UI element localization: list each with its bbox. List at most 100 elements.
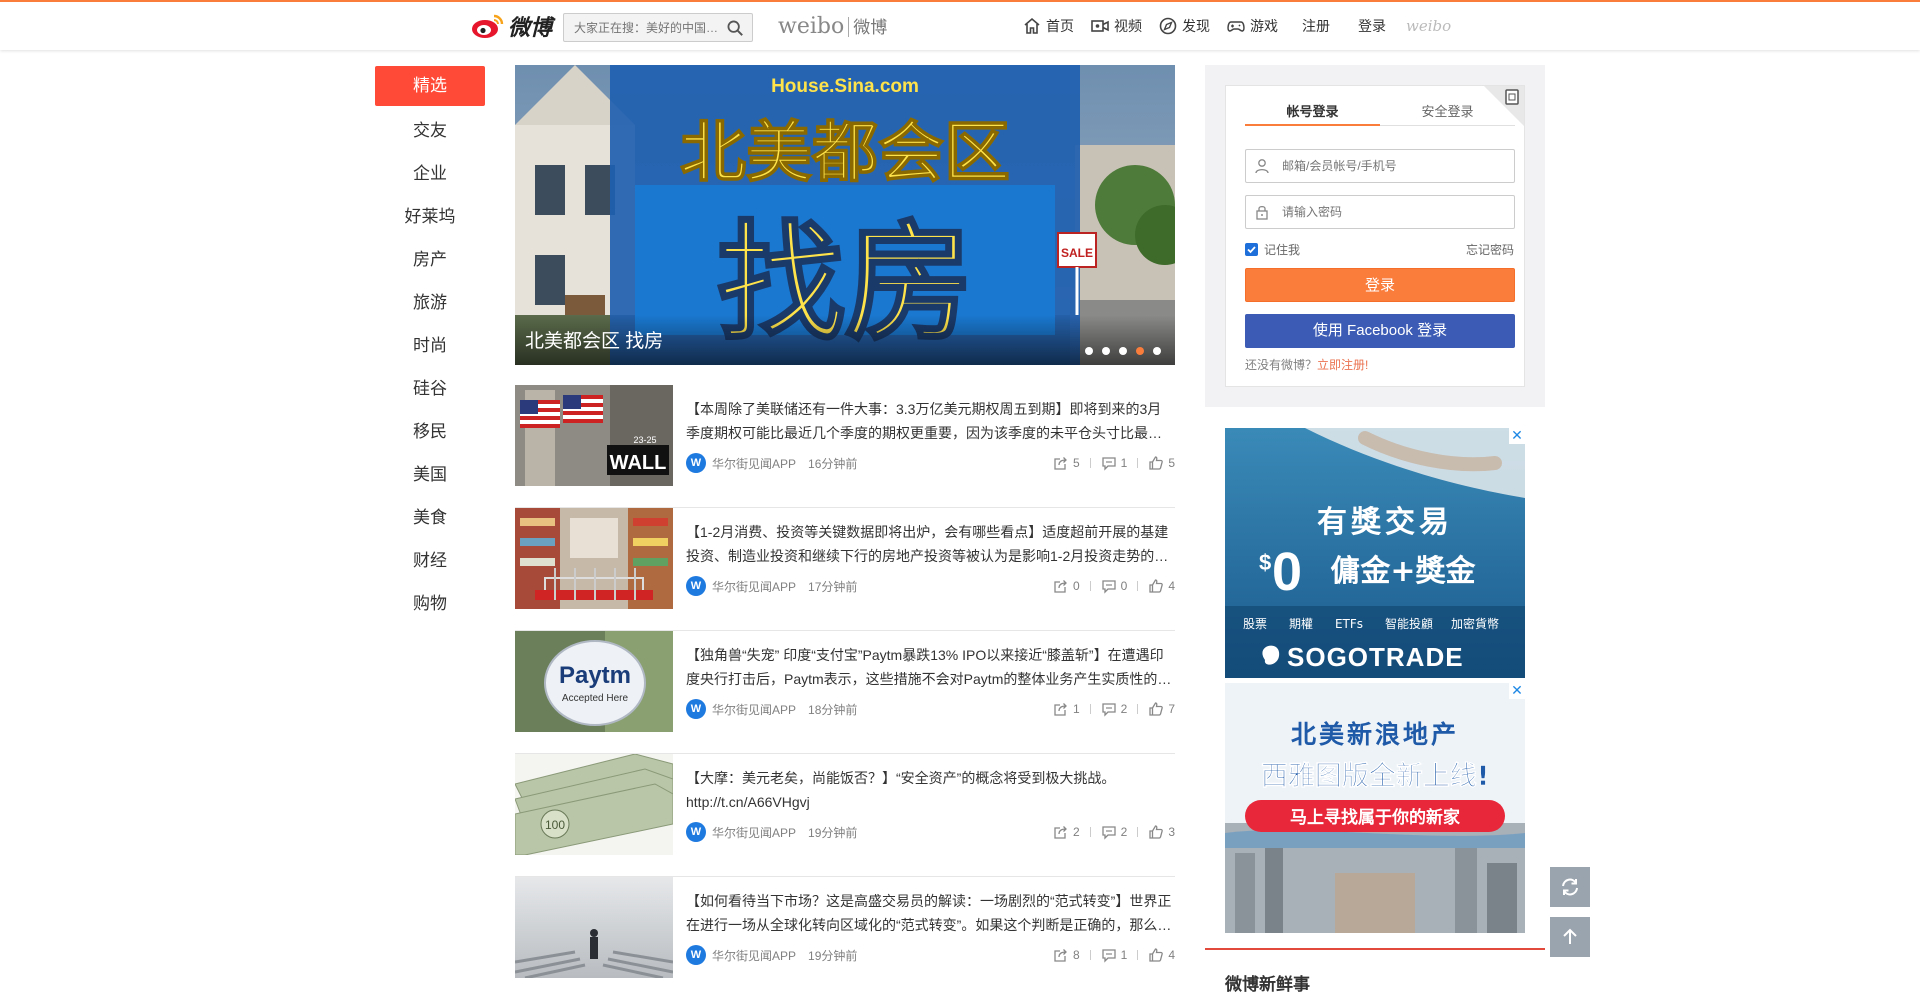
- login-button[interactable]: 登录: [1245, 268, 1515, 302]
- category-dating[interactable]: 交友: [375, 109, 485, 152]
- feed-source[interactable]: 华尔街见闻APP: [712, 455, 796, 472]
- check-icon: [1247, 246, 1256, 254]
- feed-thumbnail-paytm[interactable]: Paytm Accepted Here: [515, 631, 673, 732]
- like-button[interactable]: 4: [1148, 578, 1175, 594]
- repost-button[interactable]: 0: [1053, 578, 1080, 594]
- feed-source[interactable]: 华尔街见闻APP: [712, 578, 796, 595]
- comment-button[interactable]: 0: [1101, 578, 1127, 594]
- feed-item-text[interactable]: 【1-2月消费、投资等关键数据即将出炉，会有哪些看点】适度超前开展的基建投资、制…: [686, 520, 1175, 568]
- register-now-link[interactable]: 立即注册!: [1317, 358, 1368, 372]
- category-featured[interactable]: 精选: [375, 66, 485, 106]
- feed-item-text[interactable]: 【大摩：美元老矣，尚能饭否？】“安全资产”的概念将受到极大挑战。 http://…: [686, 766, 1175, 814]
- repost-button[interactable]: 1: [1053, 701, 1080, 717]
- category-siliconvalley[interactable]: 硅谷: [375, 367, 485, 410]
- source-logo-icon[interactable]: W: [686, 822, 706, 842]
- category-fashion[interactable]: 时尚: [375, 324, 485, 367]
- feed-source[interactable]: 华尔街见闻APP: [712, 947, 796, 964]
- search-icon[interactable]: [726, 19, 744, 37]
- paytm-logo-text: Paytm: [559, 662, 631, 689]
- forgot-password-link[interactable]: 忘记密码: [1466, 241, 1514, 258]
- like-button[interactable]: 4: [1148, 947, 1175, 963]
- category-travel[interactable]: 旅游: [375, 281, 485, 324]
- source-logo-icon[interactable]: W: [686, 453, 706, 473]
- nav-home[interactable]: 首页: [1022, 16, 1074, 36]
- weibo-small-logo[interactable]: weibo: [1406, 17, 1451, 35]
- sina-realestate-ad[interactable]: 北美新浪地产 西雅图版全新上线! 马上寻找属于你的新家 ✕: [1225, 683, 1525, 933]
- search-input[interactable]: [564, 14, 724, 41]
- feed-source[interactable]: 华尔街见闻APP: [712, 701, 796, 718]
- like-button[interactable]: 5: [1148, 455, 1175, 471]
- brand-cn: 微博: [853, 18, 888, 37]
- street-number-text: 23-25: [633, 435, 656, 445]
- category-hollywood[interactable]: 好莱坞: [375, 195, 485, 238]
- comment-button[interactable]: 1: [1101, 947, 1127, 963]
- comment-button[interactable]: 1: [1101, 455, 1127, 471]
- feed-thumbnail-wall-street[interactable]: WALL 23-25: [515, 385, 673, 486]
- category-immigration[interactable]: 移民: [375, 410, 485, 453]
- nav-video[interactable]: 视频: [1090, 16, 1142, 36]
- carousel-caption[interactable]: 北美都会区 找房: [525, 326, 663, 353]
- category-realestate[interactable]: 房产: [375, 238, 485, 281]
- feed-thumbnail-maze[interactable]: [515, 877, 673, 978]
- ad-close-icon[interactable]: ✕: [1509, 683, 1525, 699]
- source-logo-icon[interactable]: W: [686, 576, 706, 596]
- back-to-top-button[interactable]: [1550, 917, 1590, 957]
- comment-button[interactable]: 2: [1101, 701, 1128, 717]
- repost-button[interactable]: 8: [1053, 947, 1080, 963]
- category-business[interactable]: 企业: [375, 152, 485, 195]
- like-button[interactable]: 3: [1148, 824, 1175, 840]
- action-divider: [1137, 458, 1139, 468]
- category-shopping[interactable]: 购物: [375, 582, 485, 625]
- feed-item-text[interactable]: 【独角兽“失宠” 印度“支付宝”Paytm暴跌13% IPO以来接近“膝盖斩”】…: [686, 643, 1175, 691]
- repost-count: 0: [1072, 579, 1080, 593]
- repost-button[interactable]: 5: [1053, 455, 1080, 471]
- category-food[interactable]: 美食: [375, 496, 485, 539]
- password-input[interactable]: [1282, 196, 1507, 228]
- feed-thumbnail-shopping-cart[interactable]: [515, 508, 673, 609]
- weibo-logo[interactable]: 微博: [470, 10, 552, 42]
- dollar-bills-image: 100: [515, 754, 673, 855]
- repost-button[interactable]: 2: [1053, 824, 1080, 840]
- paytm-accepted-text: Accepted Here: [562, 693, 629, 704]
- carousel-dot-2[interactable]: [1102, 347, 1110, 355]
- refresh-button[interactable]: [1550, 867, 1590, 907]
- carousel-dot-5[interactable]: [1153, 347, 1161, 355]
- remember-checkbox[interactable]: [1245, 243, 1258, 256]
- feed-item-text[interactable]: 【本周除了美联储还有一件大事：3.3万亿美元期权周五到期】即将到来的3月季度期权…: [686, 397, 1175, 445]
- facebook-login-button[interactable]: 使用 Facebook 登录: [1245, 314, 1515, 348]
- comment-button[interactable]: 2: [1101, 824, 1127, 840]
- nav-discover[interactable]: 发现: [1158, 16, 1210, 36]
- feed-source[interactable]: 华尔街见闻APP: [712, 824, 796, 841]
- login-link[interactable]: 登录: [1358, 16, 1386, 36]
- register-link[interactable]: 注册: [1302, 16, 1330, 36]
- comment-count: 2: [1120, 702, 1128, 716]
- tab-account-login[interactable]: 帐号登录: [1245, 98, 1380, 126]
- category-usa[interactable]: 美国: [375, 453, 485, 496]
- source-logo-icon[interactable]: W: [686, 945, 706, 965]
- like-count: 7: [1168, 702, 1175, 716]
- maze-image: [515, 877, 673, 978]
- nav-games[interactable]: 游戏: [1226, 16, 1278, 36]
- feed-item-text[interactable]: 【如何看待当下市场？这是高盛交易员的解读：一场剧烈的“范式转变”】世界正在进行一…: [686, 889, 1175, 937]
- action-divider: [1089, 827, 1091, 837]
- sogotrade-ad[interactable]: 有獎交易 $ 0 傭金+獎金 股票 期權 ETFs 智能投顧 加密貨幣 SOGO…: [1225, 428, 1525, 678]
- carousel-dot-4[interactable]: [1136, 347, 1144, 355]
- hero-carousel[interactable]: House.Sina.com 北美都会区 找房 SALE 北美都会区 找房: [515, 65, 1175, 365]
- action-divider: [1137, 950, 1139, 960]
- tab-secure-login[interactable]: 安全登录: [1380, 98, 1515, 126]
- action-divider: [1089, 458, 1091, 468]
- username-input[interactable]: [1282, 150, 1507, 182]
- like-button[interactable]: 7: [1148, 701, 1175, 717]
- search-box: [563, 13, 753, 42]
- category-finance[interactable]: 财经: [375, 539, 485, 582]
- feed-time: 19分钟前: [808, 948, 858, 963]
- feed-item: 100 【大摩：美元老矣，尚能饭否？】“安全资产”的概念将受到极大挑战。 htt…: [515, 754, 1175, 877]
- source-logo-icon[interactable]: W: [686, 699, 706, 719]
- feed-thumbnail-dollars[interactable]: 100: [515, 754, 673, 855]
- ad-close-icon[interactable]: ✕: [1509, 428, 1525, 444]
- carousel-dot-1[interactable]: [1085, 347, 1093, 355]
- carousel-dot-3[interactable]: [1119, 347, 1127, 355]
- action-divider: [1089, 581, 1091, 591]
- svg-text:100: 100: [545, 818, 565, 832]
- carousel-dots: [1085, 347, 1161, 355]
